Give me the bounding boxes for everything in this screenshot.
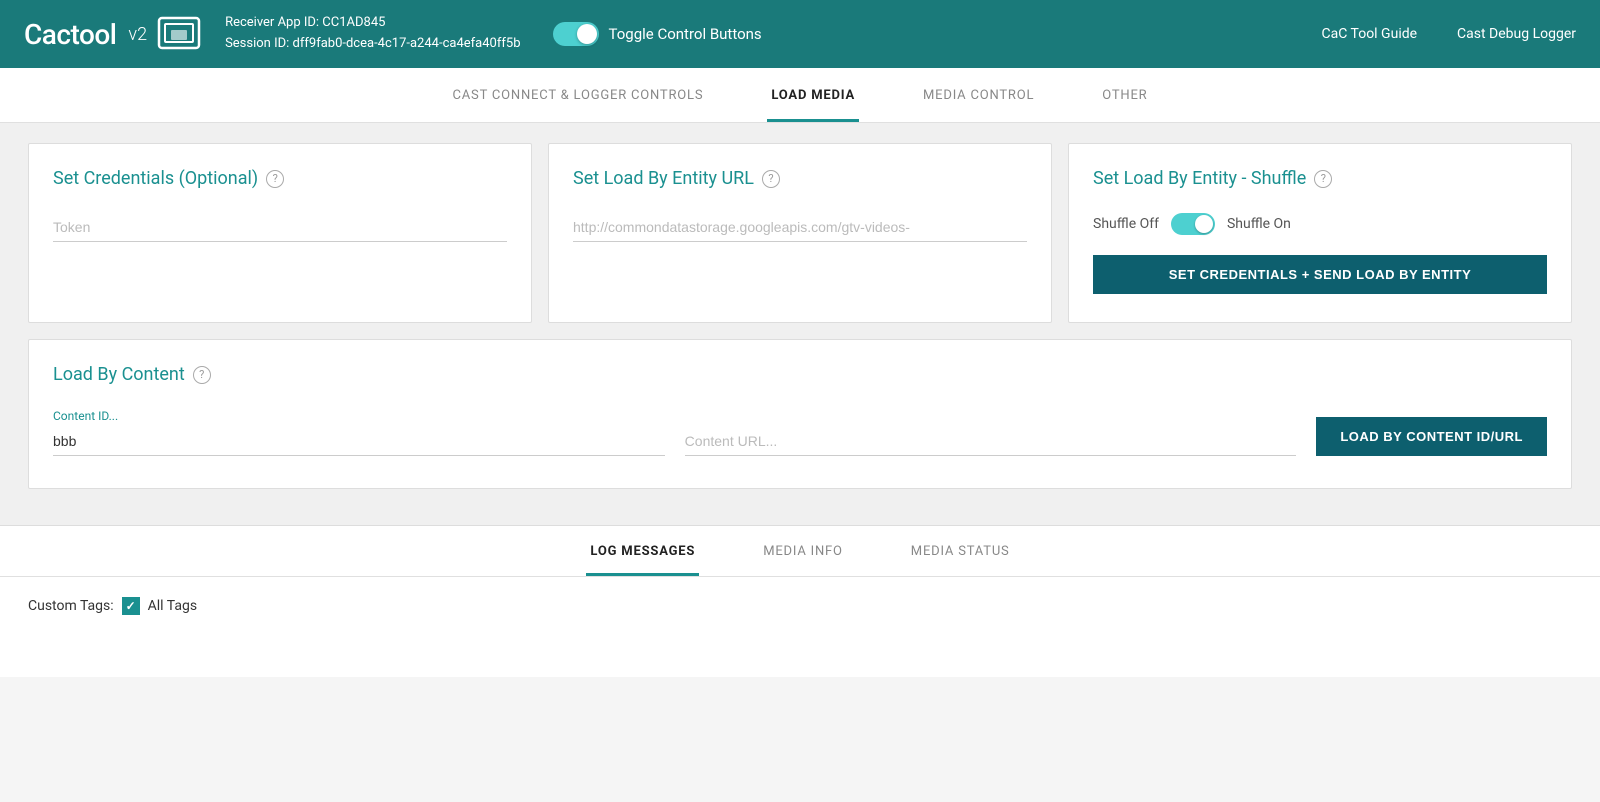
credentials-card-title: Set Credentials (Optional) ? — [53, 168, 507, 189]
content-id-input[interactable] — [53, 427, 665, 456]
shuffle-off-label: Shuffle Off — [1093, 216, 1159, 232]
app-header: Cactool v2 Receiver App ID: CC1AD845 Ses… — [0, 0, 1600, 68]
main-content: Set Credentials (Optional) ? Set Load By… — [0, 123, 1600, 525]
load-by-content-title-text: Load By Content — [53, 364, 185, 385]
session-id: Session ID: dff9fab0-dcea-4c17-a244-ca4e… — [225, 34, 520, 55]
logo-version: v2 — [128, 24, 147, 45]
main-nav-tabs: CAST CONNECT & LOGGER CONTROLS LOAD MEDI… — [0, 68, 1600, 123]
token-input[interactable] — [53, 213, 507, 242]
tab-load-media[interactable]: LOAD MEDIA — [767, 68, 859, 122]
tab-media-info[interactable]: MEDIA INFO — [759, 526, 847, 576]
credentials-help-icon[interactable]: ? — [266, 170, 284, 188]
load-by-content-card: Load By Content ? Content ID... LOAD BY … — [28, 339, 1572, 489]
all-tags-label: All Tags — [148, 598, 197, 614]
entity-url-help-icon[interactable]: ? — [762, 170, 780, 188]
shuffle-on-label: Shuffle On — [1227, 216, 1291, 232]
toggle-control-buttons-section: Toggle Control Buttons — [553, 22, 762, 46]
entity-shuffle-card-title: Set Load By Entity - Shuffle ? — [1093, 168, 1547, 189]
load-by-content-title: Load By Content ? — [53, 364, 1547, 385]
cast-debug-logger-link[interactable]: Cast Debug Logger — [1457, 26, 1576, 42]
load-by-content-button[interactable]: LOAD BY CONTENT ID/URL — [1316, 417, 1547, 456]
entity-shuffle-help-icon[interactable]: ? — [1314, 170, 1332, 188]
bottom-content: Custom Tags: All Tags — [0, 577, 1600, 677]
bottom-section: LOG MESSAGES MEDIA INFO MEDIA STATUS Cus… — [0, 525, 1600, 677]
credentials-card: Set Credentials (Optional) ? — [28, 143, 532, 323]
tab-media-control[interactable]: MEDIA CONTROL — [919, 68, 1038, 122]
all-tags-checkbox[interactable] — [122, 597, 140, 615]
entity-url-card-title: Set Load By Entity URL ? — [573, 168, 1027, 189]
load-by-content-help-icon[interactable]: ? — [193, 366, 211, 384]
content-url-group — [685, 427, 1317, 456]
cac-tool-guide-link[interactable]: CaC Tool Guide — [1322, 26, 1418, 42]
bottom-tabs: LOG MESSAGES MEDIA INFO MEDIA STATUS — [0, 526, 1600, 577]
content-fields-row: Content ID... LOAD BY CONTENT ID/URL — [53, 409, 1547, 456]
header-nav: CaC Tool Guide Cast Debug Logger — [1322, 26, 1577, 42]
shuffle-toggle-switch[interactable] — [1171, 213, 1215, 235]
credentials-title-text: Set Credentials (Optional) — [53, 168, 258, 189]
tab-cast-connect[interactable]: CAST CONNECT & LOGGER CONTROLS — [449, 68, 708, 122]
cast-icon — [157, 16, 201, 52]
entity-shuffle-title-text: Set Load By Entity - Shuffle — [1093, 168, 1306, 189]
content-id-label: Content ID... — [53, 409, 665, 423]
tab-other[interactable]: OTHER — [1098, 68, 1151, 122]
toggle-control-label: Toggle Control Buttons — [609, 25, 762, 43]
top-cards-row: Set Credentials (Optional) ? Set Load By… — [28, 143, 1572, 323]
receiver-app-id: Receiver App ID: CC1AD845 — [225, 13, 520, 34]
tab-media-status[interactable]: MEDIA STATUS — [907, 526, 1014, 576]
entity-url-title-text: Set Load By Entity URL — [573, 168, 754, 189]
shuffle-toggle-row: Shuffle Off Shuffle On — [1093, 213, 1547, 235]
content-id-group: Content ID... — [53, 409, 685, 456]
custom-tags-label: Custom Tags: — [28, 598, 114, 614]
custom-tags-row: Custom Tags: All Tags — [28, 597, 1572, 615]
content-url-input[interactable] — [685, 427, 1297, 456]
set-credentials-send-load-button[interactable]: SET CREDENTIALS + SEND LOAD BY ENTITY — [1093, 255, 1547, 294]
session-info: Receiver App ID: CC1AD845 Session ID: df… — [225, 13, 520, 55]
logo: Cactool v2 — [24, 16, 201, 52]
entity-shuffle-card: Set Load By Entity - Shuffle ? Shuffle O… — [1068, 143, 1572, 323]
entity-url-input[interactable] — [573, 213, 1027, 242]
header-toggle-switch[interactable] — [553, 22, 599, 46]
entity-url-card: Set Load By Entity URL ? — [548, 143, 1052, 323]
logo-text: Cactool — [24, 18, 116, 51]
tab-log-messages[interactable]: LOG MESSAGES — [586, 526, 699, 576]
